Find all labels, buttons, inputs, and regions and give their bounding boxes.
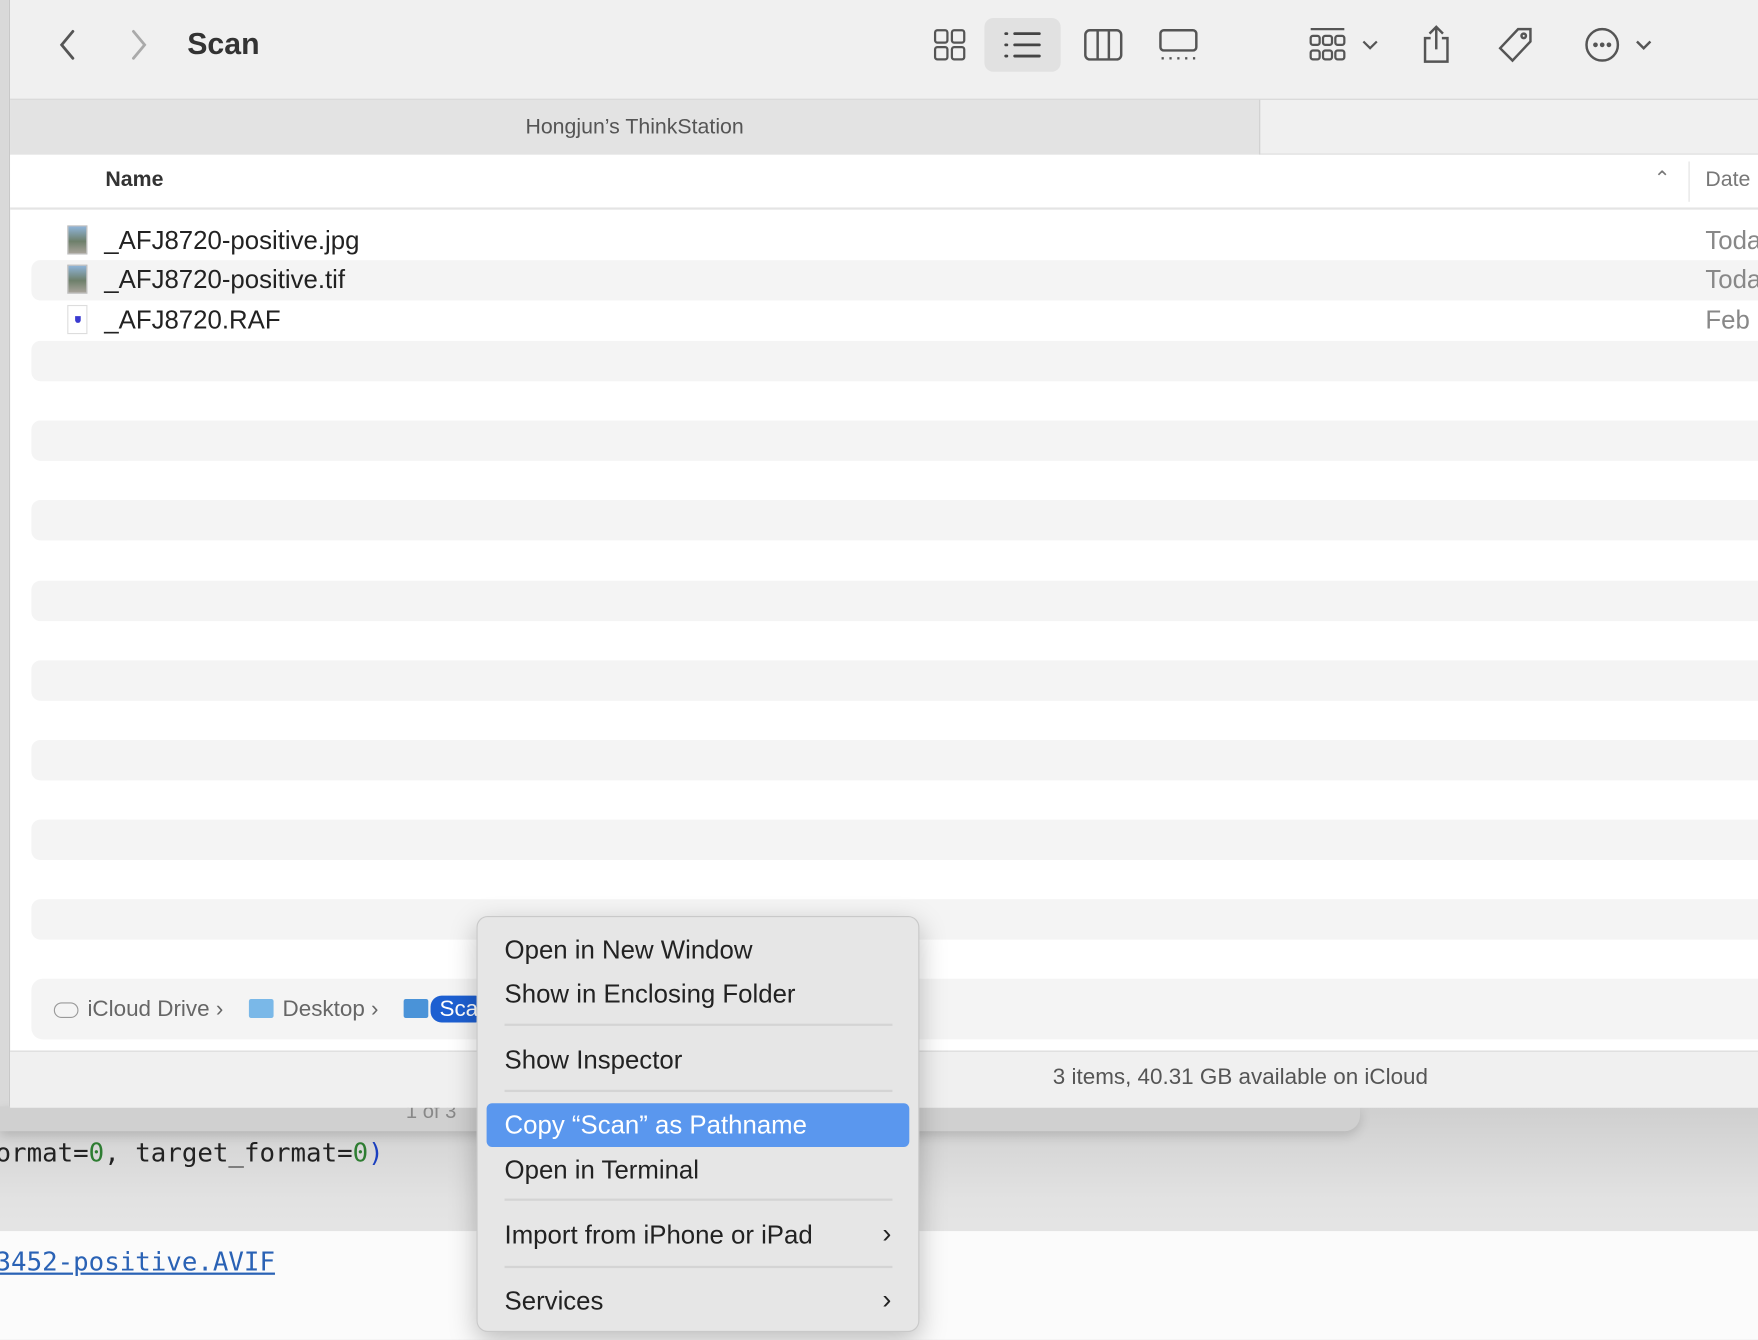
path-item-icloud[interactable]: iCloud Drive › <box>53 996 224 1023</box>
cloud-icon <box>53 1002 79 1019</box>
icon-view-icon[interactable] <box>927 22 972 67</box>
empty-row-stripe <box>31 420 1758 461</box>
code-paren: ) <box>368 1139 384 1169</box>
raw-file-icon <box>67 304 88 335</box>
menu-item-label: Import from iPhone or iPad <box>504 1219 813 1250</box>
file-row[interactable]: _AFJ8720.RAF Feb <box>31 300 1758 340</box>
menu-item-copy-pathname[interactable]: Copy “Scan” as Pathname <box>486 1103 910 1147</box>
menu-item-label: Services <box>504 1286 604 1316</box>
menu-item-label: Show in Enclosing Folder <box>504 978 796 1008</box>
file-name: _AFJ8720-positive.jpg <box>104 225 360 255</box>
menu-item-label: Open in Terminal <box>504 1154 700 1184</box>
path-separator: › <box>371 996 379 1022</box>
code-text: , target_format= <box>104 1139 353 1169</box>
tab-thinkstation[interactable]: Hongjun’s ThinkStation <box>10 99 1261 155</box>
more-icon[interactable] <box>1580 22 1661 67</box>
menu-item-show-enclosing-folder[interactable]: Show in Enclosing Folder <box>487 972 910 1016</box>
sort-chevron-up-icon[interactable]: ⌃ <box>1654 167 1671 191</box>
menu-item-label: Copy “Scan” as Pathname <box>504 1109 807 1140</box>
list-view-icon[interactable] <box>984 17 1061 72</box>
toolbar: Scan <box>10 0 1758 99</box>
tab-bar: Hongjun’s ThinkStation <box>10 98 1758 155</box>
menu-item-label: Open in New Window <box>504 935 753 965</box>
file-row[interactable]: _AFJ8720-positive.tif Toda <box>31 260 1758 301</box>
empty-row-stripe <box>31 340 1758 382</box>
menu-separator <box>504 1023 893 1026</box>
menu-item-show-inspector[interactable]: Show Inspector <box>487 1038 910 1082</box>
code-number: 0 <box>88 1139 105 1169</box>
status-text: 3 items, 40.31 GB available on iCloud <box>1052 1065 1429 1090</box>
menu-item-label: Show Inspector <box>504 1044 683 1075</box>
menu-item-open-terminal[interactable]: Open in Terminal <box>487 1148 910 1192</box>
menu-item-open-new-window[interactable]: Open in New Window <box>487 928 910 972</box>
file-date: Feb <box>1705 304 1750 335</box>
code-text: ormat= <box>0 1139 89 1169</box>
path-item-desktop[interactable]: Desktop › <box>248 996 379 1023</box>
column-divider[interactable] <box>1688 161 1690 202</box>
menu-item-import-iphone[interactable]: Import from iPhone or iPad › <box>487 1213 910 1257</box>
window-title: Scan <box>187 26 260 61</box>
path-item-scan[interactable]: Sca <box>403 995 488 1023</box>
column-header: Name ⌃ Date <box>10 154 1758 210</box>
empty-row-stripe <box>31 500 1758 541</box>
submenu-chevron-icon: › <box>882 1284 892 1316</box>
path-label: Desktop <box>282 996 365 1022</box>
tab-label: Hongjun’s ThinkStation <box>525 114 744 139</box>
menu-separator <box>504 1265 893 1269</box>
folder-icon <box>403 998 429 1019</box>
file-row[interactable]: _AFJ8720-positive.jpg Toda <box>31 221 1758 261</box>
menu-separator <box>504 1198 893 1201</box>
folder-icon <box>248 998 274 1019</box>
empty-row-stripe <box>31 580 1758 622</box>
column-name-header[interactable]: Name <box>105 168 163 193</box>
path-label: iCloud Drive <box>87 996 210 1022</box>
code-line: ormat=0, target_format=0) <box>0 1139 384 1168</box>
file-name: _AFJ8720.RAF <box>104 304 281 335</box>
image-file-icon <box>67 225 88 255</box>
output-file-link[interactable]: 3452-positive.AVIF <box>0 1248 275 1277</box>
file-name: _AFJ8720-positive.tif <box>104 264 346 294</box>
context-menu: Open in New Window Show in Enclosing Fol… <box>476 916 920 1332</box>
chevron-left-icon[interactable] <box>50 22 84 67</box>
file-date: Toda <box>1705 264 1758 294</box>
code-number: 0 <box>352 1139 369 1169</box>
column-view-icon[interactable] <box>1081 22 1126 67</box>
tag-icon[interactable] <box>1496 22 1536 67</box>
column-date-header[interactable]: Date <box>1705 168 1750 193</box>
file-date: Toda <box>1705 225 1758 255</box>
submenu-chevron-icon: › <box>882 1218 892 1250</box>
group-icon[interactable] <box>1305 22 1383 67</box>
empty-row-stripe <box>31 819 1758 860</box>
path-separator: › <box>215 996 224 1022</box>
menu-separator <box>504 1089 893 1093</box>
image-file-icon <box>67 264 88 294</box>
gallery-view-icon[interactable] <box>1156 22 1201 67</box>
chevron-right-icon[interactable] <box>122 22 156 67</box>
empty-row-stripe <box>31 660 1758 701</box>
share-icon[interactable] <box>1418 22 1454 67</box>
menu-item-services[interactable]: Services › <box>487 1279 910 1323</box>
empty-row-stripe <box>31 739 1758 781</box>
